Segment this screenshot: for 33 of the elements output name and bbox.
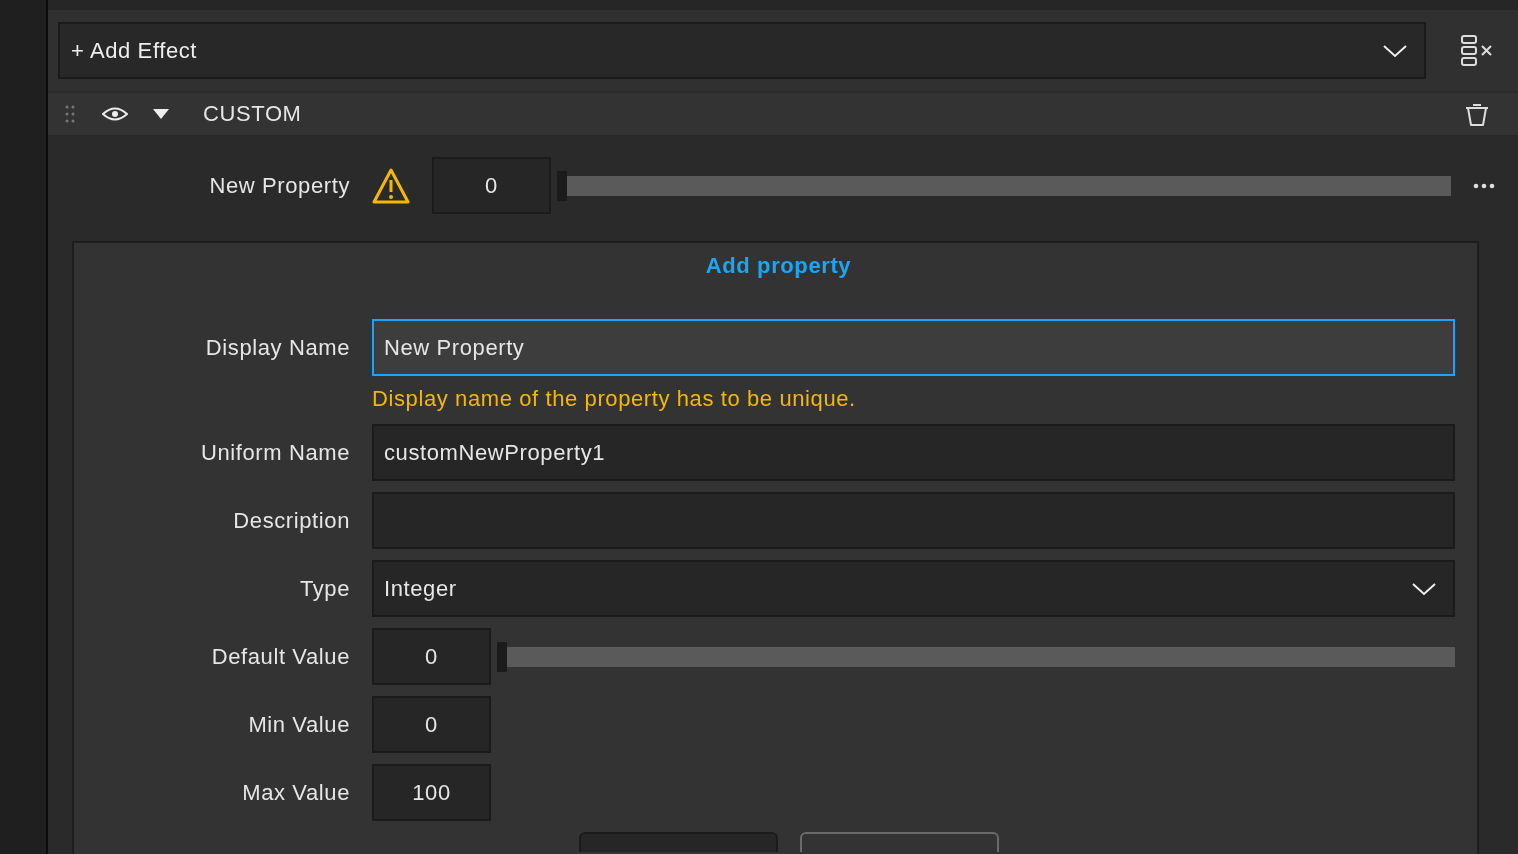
dialog-title: Add property: [705, 253, 852, 279]
number-field[interactable]: 0: [372, 696, 491, 753]
field-label: Min Value: [247, 711, 351, 738]
field-label: Display Name: [204, 334, 351, 361]
more-options-icon[interactable]: [1473, 182, 1495, 189]
text-field[interactable]: New Property: [372, 319, 1455, 376]
drag-handle-icon[interactable]: [65, 105, 75, 123]
text-field[interactable]: customNewProperty1: [372, 424, 1455, 481]
property-label: New Property: [208, 172, 350, 199]
eye-icon[interactable]: [102, 106, 128, 122]
add-effect-dropdown[interactable]: + Add Effect: [58, 22, 1426, 79]
slider[interactable]: [497, 641, 1455, 672]
field-label: Uniform Name: [200, 439, 351, 466]
slider[interactable]: [557, 170, 1451, 201]
number-field[interactable]: 100: [372, 764, 491, 821]
number-field[interactable]: 0: [432, 157, 551, 214]
chevron-down-icon: [1411, 580, 1437, 597]
type-dropdown[interactable]: Integer: [372, 560, 1455, 617]
trash-icon[interactable]: [1464, 101, 1490, 127]
effect-title: CUSTOM: [203, 101, 303, 127]
error-message: Display name of the property has to be unique.: [372, 386, 857, 412]
field-label: Max Value: [241, 779, 351, 806]
dialog-button[interactable]: [800, 832, 999, 852]
field-label: Default Value: [210, 643, 351, 670]
number-field[interactable]: 0: [372, 628, 491, 685]
field-label: Description: [232, 507, 351, 534]
collapse-triangle-icon[interactable]: [153, 109, 169, 119]
slider-thumb[interactable]: [497, 641, 507, 672]
text-field[interactable]: [372, 492, 1455, 549]
chevron-down-icon: [1382, 42, 1408, 59]
slider-thumb[interactable]: [557, 170, 567, 201]
field-label: Type: [298, 575, 351, 602]
clear-list-icon[interactable]: [1460, 33, 1494, 68]
